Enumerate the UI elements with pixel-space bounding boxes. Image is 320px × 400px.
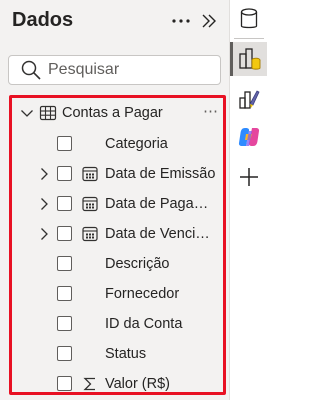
field-row[interactable]: Status	[12, 339, 223, 369]
search-input[interactable]	[48, 61, 208, 79]
database-icon	[240, 8, 257, 29]
build-visual-button[interactable]	[230, 42, 267, 76]
collapse-pane-button[interactable]	[196, 8, 222, 34]
table-name: Contas a Pagar	[62, 105, 163, 121]
table-icon	[39, 105, 57, 121]
field-checkbox[interactable]	[57, 286, 72, 301]
table-row-contas-a-pagar[interactable]: Contas a Pagar ⋯	[12, 99, 223, 129]
field-checkbox[interactable]	[57, 226, 72, 241]
field-checkbox[interactable]	[57, 316, 72, 331]
field-row[interactable]: Data de Vencimento	[12, 219, 223, 249]
sigma-icon	[83, 377, 95, 391]
chevron-right-icon[interactable]	[37, 197, 51, 211]
build-visual-icon	[239, 48, 261, 70]
table-more-options[interactable]: ⋯	[203, 99, 219, 125]
field-checkbox[interactable]	[57, 136, 72, 151]
format-paint-icon	[238, 90, 260, 109]
copilot-button[interactable]	[230, 120, 267, 154]
field-label: ID da Conta	[105, 316, 183, 332]
field-row[interactable]: Descrição	[12, 249, 223, 279]
field-checkbox[interactable]	[57, 256, 72, 271]
field-label: Status	[105, 346, 147, 362]
field-row[interactable]: Fornecedor	[12, 279, 223, 309]
add-pane-button[interactable]	[230, 160, 267, 194]
format-visual-button[interactable]	[230, 82, 267, 116]
right-rail	[229, 0, 267, 400]
field-checkbox[interactable]	[57, 166, 72, 181]
field-row[interactable]: Valor (R$)	[12, 369, 223, 399]
search-icon	[21, 60, 41, 80]
calendar-icon	[82, 196, 98, 212]
field-label: Descrição	[105, 256, 170, 272]
calendar-icon	[82, 166, 98, 182]
chevron-down-icon[interactable]	[20, 106, 34, 120]
field-checkbox[interactable]	[57, 376, 72, 391]
field-row[interactable]: ID da Conta	[12, 309, 223, 339]
double-chevron-right-icon	[202, 14, 216, 28]
fields-tree: Contas a Pagar ⋯ Categoria Data de Emiss…	[9, 95, 226, 395]
add-icon	[239, 168, 258, 186]
more-options-button[interactable]	[168, 8, 194, 34]
calendar-icon	[82, 226, 98, 242]
field-row[interactable]: Categoria	[12, 129, 223, 159]
chevron-right-icon[interactable]	[37, 167, 51, 181]
field-label: Data de Pagamento	[105, 196, 220, 212]
data-pane: Dados Pesquisar Contas a Pagar ⋯ Categor…	[0, 0, 229, 400]
search-box[interactable]	[8, 55, 221, 85]
field-label: Fornecedor	[105, 286, 180, 302]
field-label: Categoria	[105, 136, 168, 152]
field-label: Data de Vencimento	[105, 226, 220, 242]
field-checkbox[interactable]	[57, 346, 72, 361]
field-label: Data de Emissão	[105, 166, 216, 182]
chevron-right-icon[interactable]	[37, 227, 51, 241]
data-pane-button[interactable]	[230, 2, 267, 36]
pane-title: Dados	[12, 9, 74, 31]
field-checkbox[interactable]	[57, 196, 72, 211]
more-icon	[172, 19, 190, 23]
field-row[interactable]: Data de Pagamento	[12, 189, 223, 219]
copilot-icon	[238, 128, 259, 146]
field-row[interactable]: Data de Emissão	[12, 159, 223, 189]
field-label: Valor (R$)	[105, 376, 170, 392]
